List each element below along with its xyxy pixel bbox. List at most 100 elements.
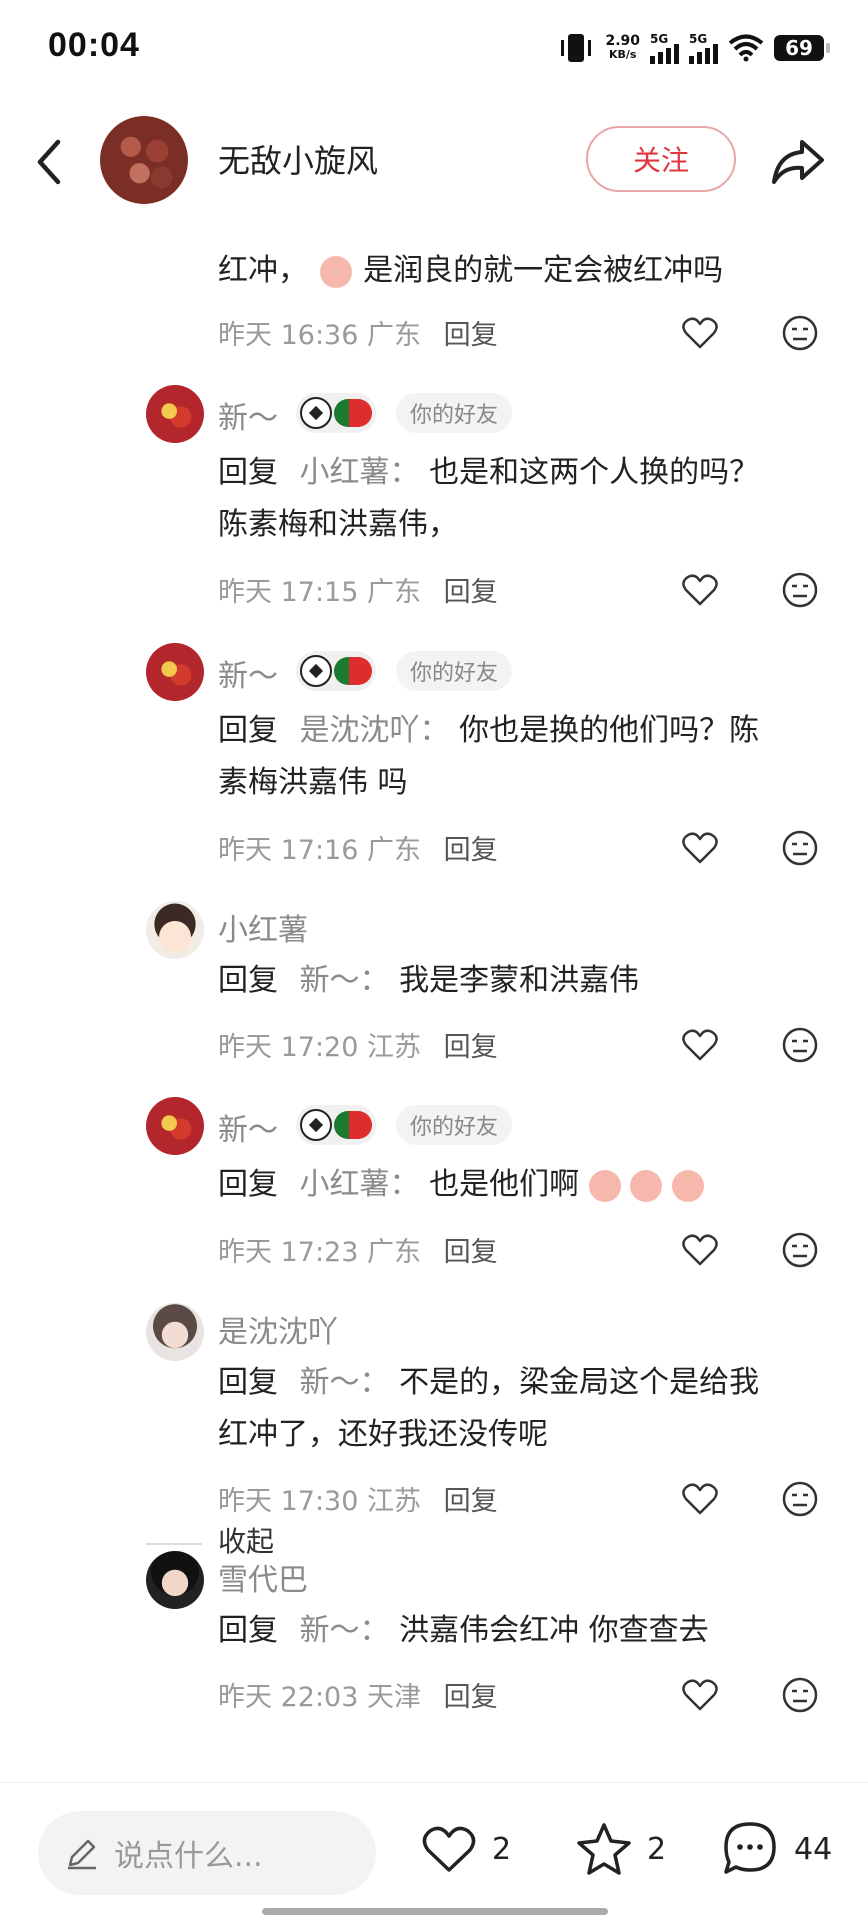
dislike-icon[interactable] (780, 313, 820, 353)
signal-icon: 5G (650, 32, 679, 64)
team-badge (296, 1105, 376, 1145)
star-icon (577, 1823, 631, 1875)
comment-count: 44 (794, 1831, 833, 1867)
like-icon[interactable] (680, 1230, 720, 1270)
comment-username[interactable]: 是沈沈吖 (218, 1307, 338, 1351)
reply-target[interactable]: 是沈沈吖： (300, 713, 450, 748)
comment-input-placeholder: 说点什么... (114, 1839, 263, 1874)
like-action[interactable]: 2 (420, 1819, 511, 1879)
comment-text: 回复 小红薯： 也是和这两个人换的吗？ 陈素梅和洪嘉伟， (218, 455, 760, 542)
like-icon[interactable] (680, 1479, 720, 1519)
reply-button[interactable]: 回复 (444, 1237, 498, 1268)
author-avatar[interactable] (100, 116, 188, 204)
dislike-icon[interactable] (780, 1025, 820, 1065)
back-icon[interactable] (30, 132, 70, 192)
signal-label: 5G (650, 32, 669, 46)
portugal-flag-icon (334, 399, 372, 427)
comment-meta: 昨天 17:16 广东 回复 (218, 828, 498, 867)
reply-button[interactable]: 回复 (444, 835, 498, 866)
comment-time: 昨天 17:20 江苏 (218, 1032, 421, 1063)
comment-username[interactable]: 新～ (218, 651, 278, 695)
comment-text: 回复 新～： 不是的，梁金局这个是给我 红冲了，还好我还没传呢 (218, 1365, 760, 1452)
football-icon (300, 397, 332, 429)
avatar[interactable] (146, 1303, 204, 1361)
share-icon[interactable] (768, 132, 828, 192)
reply-button[interactable]: 回复 (444, 577, 498, 608)
like-icon[interactable] (680, 828, 720, 868)
comment-meta: 昨天 17:23 广东 回复 (218, 1230, 498, 1269)
portugal-flag-icon (334, 1111, 372, 1139)
signal-icon: 5G (689, 32, 718, 64)
comment-text: 红冲， 是润良的就一定会被红冲吗 (218, 253, 724, 288)
avatar[interactable] (146, 901, 204, 959)
dislike-icon[interactable] (780, 1479, 820, 1519)
dislike-icon[interactable] (780, 1675, 820, 1715)
reply-button[interactable]: 回复 (444, 1682, 498, 1713)
collapse-replies-button[interactable]: 收起 (218, 1520, 274, 1560)
comment-text: 回复 是沈沈吖： 你也是换的他们吗？陈 素梅洪嘉伟 吗 (218, 713, 760, 800)
status-time: 00:04 (48, 26, 140, 64)
dislike-icon[interactable] (780, 1230, 820, 1270)
portugal-flag-icon (334, 657, 372, 685)
crying-emoji-icon (319, 255, 352, 288)
avatar[interactable] (146, 385, 204, 443)
reply-button[interactable]: 回复 (444, 1486, 498, 1517)
reply-button[interactable]: 回复 (444, 320, 498, 351)
crying-emoji-icon (588, 1169, 621, 1202)
comment-text: 回复 新～： 我是李蒙和洪嘉伟 (218, 963, 640, 998)
header: 无敌小旋风 关注 (0, 100, 868, 225)
pen-icon (68, 1839, 96, 1870)
comment-meta: 昨天 22:03 天津 回复 (218, 1675, 498, 1714)
like-count: 2 (492, 1831, 512, 1867)
reply-target[interactable]: 新～： (300, 1613, 390, 1648)
battery-icon: 69 (774, 35, 830, 61)
favorite-action[interactable]: 2 (575, 1819, 666, 1879)
reply-target[interactable]: 小红薯： (300, 455, 420, 490)
reply-button[interactable]: 回复 (444, 1032, 498, 1063)
friend-tag: 你的好友 (396, 651, 513, 691)
football-icon (300, 1109, 332, 1141)
favorite-count: 2 (647, 1831, 667, 1867)
comment-meta: 昨天 17:20 江苏 回复 (218, 1025, 498, 1064)
comment-icon (724, 1822, 776, 1874)
comment-time: 昨天 17:23 广东 (218, 1237, 421, 1268)
football-icon (300, 655, 332, 687)
team-badge (296, 651, 376, 691)
like-icon[interactable] (680, 313, 720, 353)
status-bar: 00:04 2.90 KB/s 5G 5G 69 (0, 0, 868, 100)
net-speed-unit: KB/s (608, 48, 637, 61)
home-indicator[interactable] (262, 1908, 608, 1915)
comment-text: 回复 新～： 洪嘉伟会红冲 你查查去 (218, 1613, 709, 1648)
comment-meta: 昨天 17:30 江苏 回复 (218, 1479, 498, 1518)
reply-target[interactable]: 新～： (300, 963, 390, 998)
comment-username[interactable]: 新～ (218, 1105, 278, 1149)
avatar[interactable] (146, 643, 204, 701)
avatar[interactable] (146, 1097, 204, 1155)
dislike-icon[interactable] (780, 828, 820, 868)
wifi-icon (728, 34, 764, 62)
signal-label: 5G (689, 32, 708, 46)
like-icon[interactable] (680, 570, 720, 610)
comment-time: 昨天 22:03 天津 (218, 1682, 421, 1713)
comment-username[interactable]: 新～ (218, 393, 278, 437)
comment-username[interactable]: 雪代巴 (218, 1555, 308, 1599)
comment-time: 昨天 16:36 广东 (218, 320, 421, 351)
bottom-bar: 说点什么... 2 2 44 (0, 1782, 868, 1921)
comment-username[interactable]: 小红薯 (218, 905, 308, 949)
friend-tag: 你的好友 (396, 1105, 513, 1145)
comment-text: 回复 小红薯： 也是他们啊 (218, 1159, 818, 1211)
avatar[interactable] (146, 1551, 204, 1609)
comment-input[interactable]: 说点什么... (38, 1811, 376, 1895)
like-icon[interactable] (680, 1675, 720, 1715)
team-badge (296, 393, 376, 433)
author-name[interactable]: 无敌小旋风 (218, 136, 378, 182)
comment-action[interactable]: 44 (720, 1819, 832, 1879)
comment-time: 昨天 17:15 广东 (218, 577, 421, 608)
reply-target[interactable]: 新～： (300, 1365, 390, 1400)
divider (146, 1543, 202, 1545)
comment-time: 昨天 17:16 广东 (218, 835, 421, 866)
dislike-icon[interactable] (780, 570, 820, 610)
reply-target[interactable]: 小红薯： (300, 1167, 420, 1202)
like-icon[interactable] (680, 1025, 720, 1065)
follow-button[interactable]: 关注 (586, 126, 736, 192)
